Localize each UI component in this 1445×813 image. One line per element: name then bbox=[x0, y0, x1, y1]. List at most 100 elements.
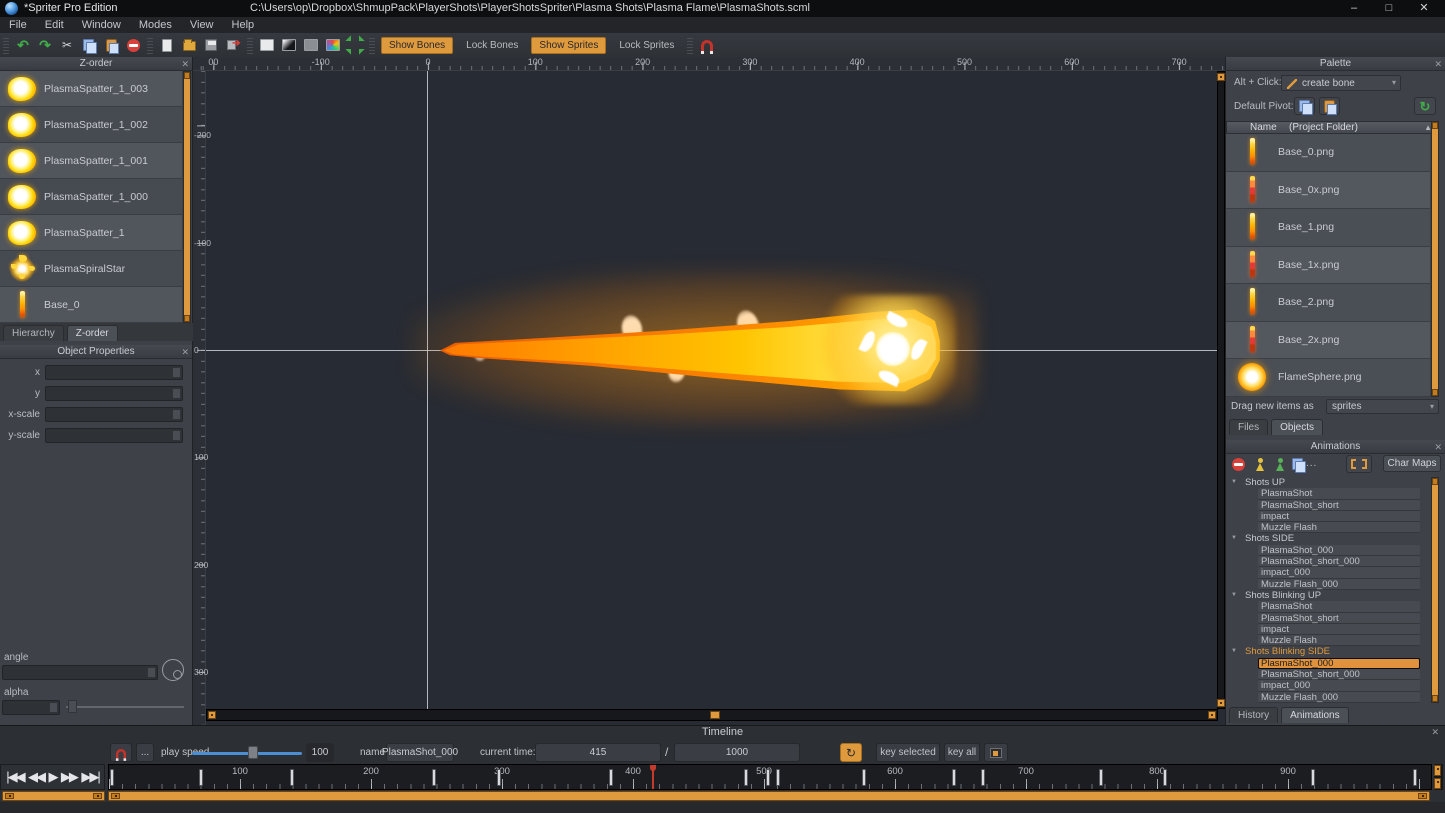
scroll-up-icon[interactable] bbox=[1432, 122, 1438, 129]
playhead[interactable] bbox=[652, 765, 654, 789]
close-icon[interactable]: ✕ bbox=[181, 345, 189, 359]
transport-button[interactable]: ▶▶| bbox=[81, 765, 98, 789]
alpha-slider-thumb[interactable] bbox=[68, 700, 77, 713]
fit-view-button[interactable] bbox=[344, 35, 366, 55]
alt-click-dropdown[interactable]: create bone ▾ bbox=[1281, 75, 1401, 91]
keyframe-marker[interactable] bbox=[609, 769, 613, 786]
spinner-icon[interactable] bbox=[172, 367, 181, 378]
pivot-preset-button[interactable] bbox=[1294, 97, 1315, 115]
animation-tree-row[interactable]: PlasmaShot bbox=[1226, 601, 1430, 612]
animation-name-field[interactable]: PlasmaShot_000 bbox=[386, 743, 454, 762]
toolbar-grip[interactable] bbox=[369, 36, 375, 54]
transport-button[interactable]: |◀◀ bbox=[6, 765, 23, 789]
animation-tree-row[interactable]: PlasmaShot_short bbox=[1226, 613, 1430, 624]
play-speed-slider-track[interactable] bbox=[192, 752, 302, 755]
angle-field[interactable] bbox=[2, 665, 158, 680]
view-mode-gray-button[interactable] bbox=[300, 35, 322, 55]
menu-item[interactable]: Window bbox=[73, 19, 130, 31]
timeline-options-button[interactable]: ... bbox=[136, 743, 154, 762]
animations-scrollbar[interactable] bbox=[1431, 477, 1439, 703]
scroll-up-icon[interactable] bbox=[1217, 73, 1225, 81]
x-scale-field[interactable] bbox=[45, 407, 183, 422]
scroll-right-icon[interactable] bbox=[1208, 711, 1216, 719]
animation-tree-row[interactable]: Shots Blinking SIDE bbox=[1226, 646, 1430, 657]
animation-tree-row[interactable]: Muzzle Flash_000 bbox=[1226, 692, 1430, 703]
scroll-left-icon[interactable] bbox=[111, 793, 120, 799]
zorder-row[interactable]: PlasmaSpatter_1_000 bbox=[0, 179, 182, 215]
snap-button[interactable] bbox=[696, 35, 718, 55]
palette-file-row[interactable]: Base_1.png bbox=[1226, 209, 1430, 247]
menu-item[interactable]: Help bbox=[223, 19, 264, 31]
palette-file-row[interactable]: FlameSphere.png bbox=[1226, 359, 1430, 397]
open-file-button[interactable] bbox=[178, 35, 200, 55]
zorder-row[interactable]: PlasmaSpatter_1_003 bbox=[0, 71, 182, 107]
canvas-hscroll-thumb[interactable] bbox=[710, 711, 720, 719]
name-column-header[interactable]: Name bbox=[1250, 122, 1277, 133]
animation-tree-row[interactable]: PlasmaShot_short_000 bbox=[1226, 556, 1430, 567]
zorder-row[interactable]: PlasmaSpatter_1_001 bbox=[0, 143, 182, 179]
zorder-scrollbar[interactable] bbox=[183, 71, 191, 323]
close-icon[interactable]: ✕ bbox=[1434, 440, 1442, 454]
animation-tree-row[interactable]: impact_000 bbox=[1226, 567, 1430, 578]
pivot-preset-alt-button[interactable] bbox=[1319, 97, 1340, 115]
toolbar-grip[interactable] bbox=[687, 36, 693, 54]
maximize-icon[interactable]: □ bbox=[1373, 0, 1405, 17]
panel-tab[interactable]: History bbox=[1229, 707, 1278, 723]
sound-button[interactable] bbox=[984, 743, 1008, 762]
keyframe-marker[interactable] bbox=[1099, 769, 1103, 786]
toolbar-grip[interactable] bbox=[247, 36, 253, 54]
x-field[interactable] bbox=[45, 365, 183, 380]
new-file-button[interactable] bbox=[156, 35, 178, 55]
copy-button[interactable] bbox=[78, 35, 100, 55]
keyframe-marker[interactable] bbox=[952, 769, 956, 786]
close-icon[interactable]: ✕ bbox=[1408, 0, 1440, 17]
close-icon[interactable]: ✕ bbox=[1434, 57, 1442, 71]
keyframe-marker[interactable] bbox=[432, 769, 436, 786]
lock-bones-toggle[interactable]: Lock Bones bbox=[459, 38, 525, 53]
timeline-scrollbar[interactable] bbox=[108, 791, 1430, 801]
keyframe-marker[interactable] bbox=[776, 769, 780, 786]
copy-animation-button[interactable] bbox=[1288, 455, 1307, 473]
save-button[interactable] bbox=[200, 35, 222, 55]
alpha-slider-track[interactable] bbox=[66, 706, 184, 708]
scroll-right-icon[interactable] bbox=[1418, 793, 1427, 799]
scroll-down-icon[interactable] bbox=[1434, 778, 1441, 789]
transport-button[interactable]: ▶▶ bbox=[61, 765, 77, 789]
view-mode-color-button[interactable] bbox=[322, 35, 344, 55]
keyframe-marker[interactable] bbox=[744, 769, 748, 786]
animation-tree-row[interactable]: PlasmaShot_short bbox=[1226, 500, 1430, 511]
play-speed-field[interactable]: 100 bbox=[306, 743, 334, 762]
toolbar-grip[interactable] bbox=[3, 36, 9, 54]
transport-button[interactable]: ◀◀ bbox=[28, 765, 44, 789]
alpha-field[interactable] bbox=[2, 700, 60, 715]
spinner-icon[interactable] bbox=[172, 409, 181, 420]
zorder-row[interactable]: PlasmaSpatter_1_002 bbox=[0, 107, 182, 143]
panel-tab[interactable]: Hierarchy bbox=[3, 325, 64, 341]
fit-animation-button[interactable] bbox=[1346, 455, 1372, 473]
scroll-up-icon[interactable] bbox=[1434, 765, 1441, 776]
animation-tree-row[interactable]: PlasmaShot_000 bbox=[1226, 545, 1430, 556]
panel-tab[interactable]: Z-order bbox=[67, 325, 118, 341]
scroll-down-icon[interactable] bbox=[1217, 699, 1225, 707]
scroll-up-icon[interactable] bbox=[1432, 478, 1438, 485]
toolbar-grip[interactable] bbox=[147, 36, 153, 54]
close-icon[interactable]: ✕ bbox=[1431, 727, 1439, 738]
minimize-icon[interactable]: – bbox=[1338, 0, 1370, 17]
paste-button[interactable] bbox=[100, 35, 122, 55]
duplicate-animation-button[interactable] bbox=[1270, 455, 1289, 473]
total-time-field[interactable]: 1000 bbox=[674, 743, 800, 762]
keyframe-marker[interactable] bbox=[981, 769, 985, 786]
canvas-horizontal-scrollbar[interactable] bbox=[206, 709, 1218, 721]
animation-tree-row[interactable]: PlasmaShot bbox=[1226, 488, 1430, 499]
animation-tree-row[interactable]: Muzzle Flash bbox=[1226, 522, 1430, 533]
scroll-up-icon[interactable] bbox=[184, 72, 190, 79]
palette-scrollbar[interactable] bbox=[1431, 121, 1439, 397]
current-time-field[interactable]: 415 bbox=[535, 743, 661, 762]
scroll-down-icon[interactable] bbox=[1432, 389, 1438, 396]
animation-tree-row[interactable]: impact bbox=[1226, 624, 1430, 635]
scroll-right-icon[interactable] bbox=[93, 793, 102, 799]
zorder-row[interactable]: Base_0 bbox=[0, 287, 182, 323]
menu-item[interactable]: View bbox=[181, 19, 223, 31]
spinner-icon[interactable] bbox=[147, 667, 156, 678]
scroll-down-icon[interactable] bbox=[184, 315, 190, 322]
